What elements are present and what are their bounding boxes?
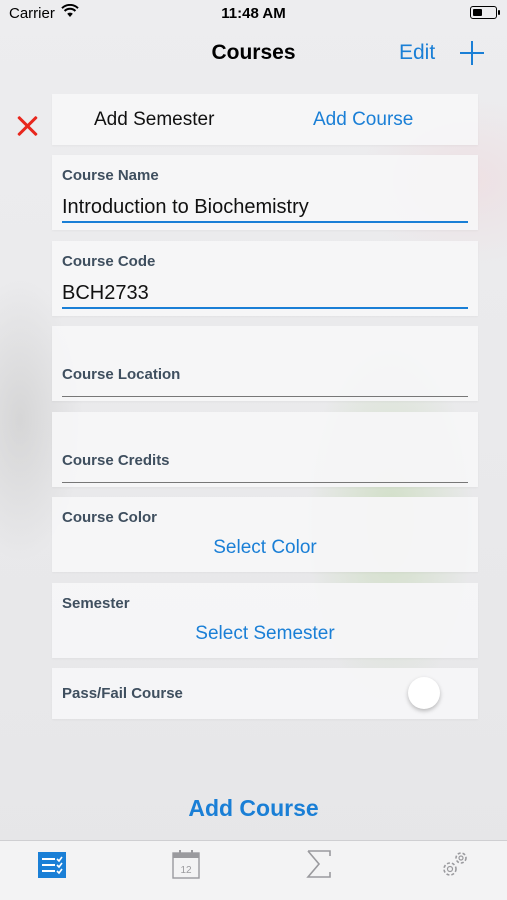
semester-label: Semester	[62, 595, 130, 612]
pass-fail-label: Pass/Fail Course	[62, 685, 183, 702]
tab-calendar[interactable]: 12	[172, 849, 204, 881]
course-name-label: Course Name	[62, 167, 159, 184]
status-bar: Carrier 11:48 AM	[0, 0, 507, 28]
course-color-card: Course Color Select Color	[52, 497, 478, 572]
course-credits-input[interactable]: Course Credits	[62, 452, 170, 469]
add-course-tab[interactable]: Add Course	[313, 109, 413, 131]
course-credits-underline	[62, 482, 468, 483]
course-code-underline	[62, 307, 468, 309]
course-code-input[interactable]: BCH2733	[62, 282, 149, 305]
semester-card: Semester Select Semester	[52, 583, 478, 658]
course-name-underline	[62, 221, 468, 223]
status-time: 11:48 AM	[221, 5, 286, 22]
battery-icon	[470, 6, 500, 19]
pass-fail-card: Pass/Fail Course	[52, 668, 478, 719]
sigma-icon	[306, 850, 331, 878]
courses-list-icon	[38, 852, 66, 878]
course-color-label: Course Color	[62, 509, 158, 526]
close-icon[interactable]	[17, 115, 39, 137]
mode-segment: Add Semester Add Course	[52, 94, 478, 145]
tab-grades[interactable]	[305, 849, 337, 881]
calendar-badge: 12	[180, 865, 192, 876]
edit-button[interactable]: Edit	[399, 41, 435, 65]
tab-settings[interactable]	[440, 849, 472, 881]
course-code-card: Course Code BCH2733	[52, 241, 478, 316]
add-semester-tab[interactable]: Add Semester	[94, 109, 214, 131]
tab-courses[interactable]	[38, 849, 70, 881]
add-icon[interactable]	[459, 40, 485, 66]
nav-bar: Courses Edit	[0, 28, 507, 78]
course-name-input[interactable]: Introduction to Biochemistry	[62, 196, 309, 219]
course-credits-card[interactable]: Course Credits	[52, 412, 478, 487]
course-code-label: Course Code	[62, 253, 156, 270]
select-semester-button[interactable]: Select Semester	[52, 623, 478, 645]
tab-bar: 12	[0, 840, 507, 900]
calendar-icon: 12	[172, 850, 200, 879]
select-color-button[interactable]: Select Color	[52, 537, 478, 559]
pass-fail-toggle[interactable]	[408, 677, 440, 709]
course-name-card: Course Name Introduction to Biochemistry	[52, 155, 478, 230]
add-course-button[interactable]: Add Course	[0, 795, 507, 822]
course-location-card[interactable]: Course Location	[52, 326, 478, 401]
course-location-input[interactable]: Course Location	[62, 366, 180, 383]
gears-icon	[443, 852, 467, 876]
course-location-underline	[62, 396, 468, 397]
